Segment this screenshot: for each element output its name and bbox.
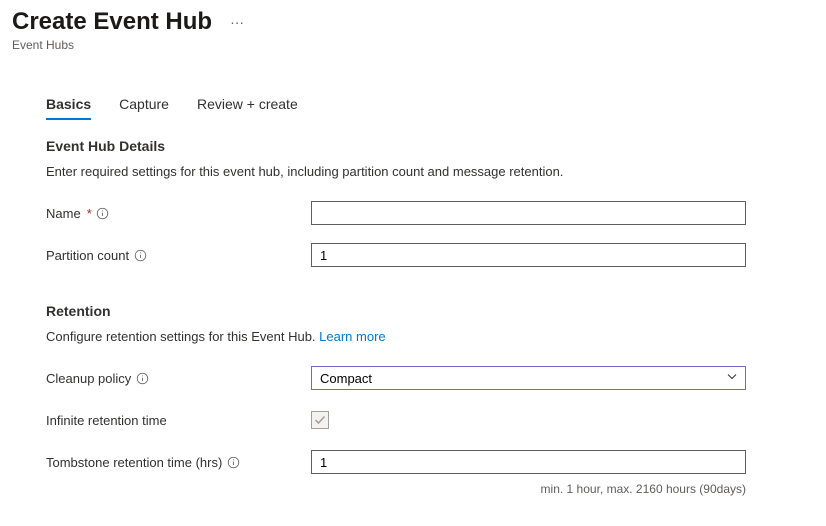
row-cleanup-policy: Cleanup policy — [46, 366, 746, 390]
tab-capture[interactable]: Capture — [119, 96, 169, 120]
infinite-retention-checkbox — [311, 411, 329, 429]
tab-basics[interactable]: Basics — [46, 96, 91, 120]
section-desc-retention: Configure retention settings for this Ev… — [46, 329, 746, 344]
partition-count-input[interactable] — [311, 243, 746, 267]
info-icon[interactable] — [226, 455, 240, 469]
section-title-retention: Retention — [46, 303, 746, 319]
label-infinite-retention: Infinite retention time — [46, 413, 167, 428]
label-name: Name — [46, 206, 81, 221]
row-tombstone-retention: Tombstone retention time (hrs) — [46, 450, 746, 474]
learn-more-link[interactable]: Learn more — [319, 329, 385, 344]
row-infinite-retention: Infinite retention time — [46, 408, 746, 432]
breadcrumb: Event Hubs — [12, 38, 826, 52]
section-title-details: Event Hub Details — [46, 138, 746, 154]
cleanup-policy-select[interactable] — [311, 366, 746, 390]
row-partition-count: Partition count — [46, 243, 746, 267]
tombstone-retention-input[interactable] — [311, 450, 746, 474]
page-title: Create Event Hub — [12, 8, 212, 36]
name-input[interactable] — [311, 201, 746, 225]
info-icon[interactable] — [135, 371, 149, 385]
section-desc-details: Enter required settings for this event h… — [46, 164, 746, 179]
more-icon[interactable]: ··· — [226, 10, 248, 34]
label-tombstone-retention: Tombstone retention time (hrs) — [46, 455, 222, 470]
retention-desc-text: Configure retention settings for this Ev… — [46, 329, 319, 344]
tabs: Basics Capture Review + create — [46, 96, 826, 120]
tombstone-retention-helper: min. 1 hour, max. 2160 hours (90days) — [46, 482, 746, 496]
label-cleanup-policy: Cleanup policy — [46, 371, 131, 386]
label-partition-count: Partition count — [46, 248, 129, 263]
row-name: Name * — [46, 201, 746, 225]
info-icon[interactable] — [133, 248, 147, 262]
required-marker: * — [87, 206, 92, 221]
info-icon[interactable] — [96, 206, 110, 220]
tab-review-create[interactable]: Review + create — [197, 96, 298, 120]
